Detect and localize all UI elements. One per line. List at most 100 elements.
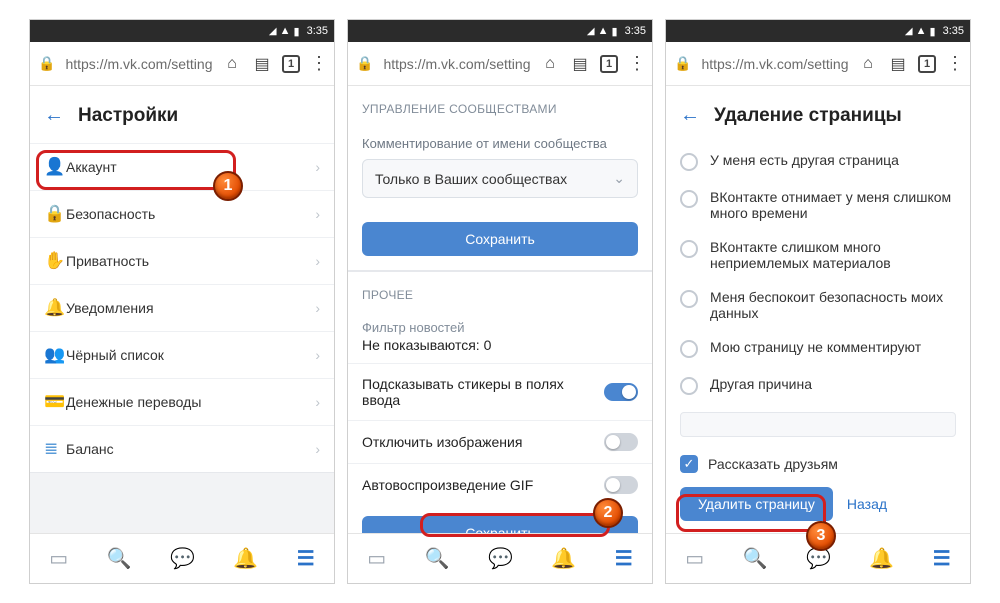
lock-icon: 🔒 bbox=[674, 55, 691, 72]
chevron-right-icon: › bbox=[315, 159, 320, 175]
downloads-icon[interactable]: ▤ bbox=[888, 54, 908, 74]
chevron-right-icon: › bbox=[315, 300, 320, 316]
reason-label: ВКонтакте отнимает у меня слишком много … bbox=[710, 189, 956, 221]
chevron-right-icon: › bbox=[315, 253, 320, 269]
settings-item-security[interactable]: 🔒 Безопасность › bbox=[30, 190, 334, 237]
settings-item-account[interactable]: 👤 Аккаунт › bbox=[30, 143, 334, 190]
nav-news-icon[interactable]: ▭ bbox=[685, 546, 704, 571]
settings-item-blacklist[interactable]: 👥 Чёрный список › bbox=[30, 331, 334, 378]
delete-page-button[interactable]: Удалить страницу bbox=[680, 487, 833, 521]
downloads-icon[interactable]: ▤ bbox=[570, 54, 590, 74]
switch-off[interactable] bbox=[604, 476, 638, 494]
nav-notifications-icon[interactable]: 🔔 bbox=[233, 546, 258, 571]
save-button[interactable]: Сохранить bbox=[362, 222, 638, 256]
nav-news-icon[interactable]: ▭ bbox=[49, 546, 68, 571]
back-arrow-icon[interactable]: ← bbox=[44, 104, 64, 127]
tell-friends-label: Рассказать друзьям bbox=[708, 456, 838, 472]
overflow-menu-icon[interactable]: ⋮ bbox=[946, 53, 962, 74]
settings-item-notifications[interactable]: 🔔 Уведомления › bbox=[30, 284, 334, 331]
reason-option[interactable]: ВКонтакте слишком много неприемлемых мат… bbox=[666, 230, 970, 280]
radio-icon[interactable] bbox=[680, 290, 698, 308]
community-comment-select[interactable]: Только в Ваших сообществах ⌄ bbox=[362, 159, 638, 198]
reason-label: Мою страницу не комментируют bbox=[710, 339, 921, 355]
screenshot-3: ◢ ▲ ▮ 3:35 🔒 https://m.vk.com/settings? … bbox=[665, 19, 971, 584]
field-label: Комментирование от имени сообщества bbox=[362, 136, 638, 151]
overflow-menu-icon[interactable]: ⋮ bbox=[628, 53, 644, 74]
stack-icon: ≣ bbox=[44, 439, 66, 459]
nav-messages-icon[interactable]: 💬 bbox=[488, 546, 513, 571]
checkbox-checked-icon[interactable]: ✓ bbox=[680, 455, 698, 473]
filter-value: Не показываются: 0 bbox=[348, 337, 652, 363]
toggle-label: Отключить изображения bbox=[362, 434, 522, 450]
radio-icon[interactable] bbox=[680, 190, 698, 208]
toggle-stickers[interactable]: Подсказывать стикеры в полях ввода bbox=[348, 363, 652, 420]
settings-item-label: Баланс bbox=[66, 441, 315, 457]
spacer bbox=[30, 472, 334, 533]
settings-item-label: Уведомления bbox=[66, 300, 315, 316]
reason-option[interactable]: У меня есть другая страница bbox=[666, 143, 970, 180]
settings-item-balance[interactable]: ≣ Баланс › bbox=[30, 425, 334, 472]
reason-option[interactable]: Другая причина bbox=[666, 367, 970, 404]
tell-friends-row[interactable]: ✓ Рассказать друзьям bbox=[666, 445, 970, 483]
settings-item-label: Безопасность bbox=[66, 206, 315, 222]
toggle-disable-images[interactable]: Отключить изображения bbox=[348, 420, 652, 463]
settings-item-privacy[interactable]: ✋ Приватность › bbox=[30, 237, 334, 284]
downloads-icon[interactable]: ▤ bbox=[252, 54, 272, 74]
chevron-down-icon: ⌄ bbox=[613, 170, 625, 187]
bell-icon: 🔔 bbox=[44, 298, 66, 318]
switch-off[interactable] bbox=[604, 433, 638, 451]
settings-item-label: Чёрный список bbox=[66, 347, 315, 363]
nav-messages-icon[interactable]: 💬 bbox=[170, 546, 195, 571]
page-title: Настройки bbox=[78, 105, 178, 127]
browser-url-bar: 🔒 https://m.vk.com/settings? ⌂ ▤ 1 ⋮ bbox=[666, 42, 970, 86]
back-link[interactable]: Назад bbox=[847, 496, 887, 512]
home-icon[interactable]: ⌂ bbox=[540, 55, 560, 73]
section-header: УПРАВЛЕНИЕ СООБЩЕСТВАМИ bbox=[348, 86, 652, 126]
url-text[interactable]: https://m.vk.com/settings? bbox=[65, 56, 212, 72]
reason-label: У меня есть другая страница bbox=[710, 152, 899, 168]
reason-textarea[interactable] bbox=[680, 412, 956, 437]
nav-menu-icon[interactable]: ☰ bbox=[297, 546, 315, 571]
tab-count[interactable]: 1 bbox=[918, 55, 936, 73]
lock-icon: 🔒 bbox=[44, 204, 66, 224]
wifi-icon: ▲ bbox=[916, 25, 927, 37]
nav-search-icon[interactable]: 🔍 bbox=[743, 546, 768, 571]
tab-count[interactable]: 1 bbox=[282, 55, 300, 73]
nav-notifications-icon[interactable]: 🔔 bbox=[869, 546, 894, 571]
radio-icon[interactable] bbox=[680, 153, 698, 171]
nav-menu-icon[interactable]: ☰ bbox=[615, 546, 633, 571]
settings-item-transfers[interactable]: 💳 Денежные переводы › bbox=[30, 378, 334, 425]
tab-count[interactable]: 1 bbox=[600, 55, 618, 73]
radio-icon[interactable] bbox=[680, 240, 698, 258]
nav-search-icon[interactable]: 🔍 bbox=[107, 546, 132, 571]
nav-news-icon[interactable]: ▭ bbox=[367, 546, 386, 571]
filter-label: Фильтр новостей bbox=[348, 312, 652, 337]
reason-option[interactable]: Меня беспокоит безопасность моих данных bbox=[666, 280, 970, 330]
url-text[interactable]: https://m.vk.com/settings bbox=[383, 56, 530, 72]
switch-on[interactable] bbox=[604, 383, 638, 401]
url-text[interactable]: https://m.vk.com/settings? bbox=[701, 56, 848, 72]
radio-icon[interactable] bbox=[680, 340, 698, 358]
status-bar: ◢ ▲ ▮ 3:35 bbox=[666, 20, 970, 42]
settings-item-label: Аккаунт bbox=[66, 159, 315, 175]
nav-search-icon[interactable]: 🔍 bbox=[425, 546, 450, 571]
reason-option[interactable]: ВКонтакте отнимает у меня слишком много … bbox=[666, 180, 970, 230]
chevron-right-icon: › bbox=[315, 394, 320, 410]
tutorial-badge-3: 3 bbox=[806, 521, 836, 551]
overflow-menu-icon[interactable]: ⋮ bbox=[310, 53, 326, 74]
reason-option[interactable]: Мою страницу не комментируют bbox=[666, 330, 970, 367]
lock-icon: 🔒 bbox=[356, 55, 373, 72]
browser-url-bar: 🔒 https://m.vk.com/settings? ⌂ ▤ 1 ⋮ bbox=[30, 42, 334, 86]
page-header: ← Настройки bbox=[30, 86, 334, 143]
radio-icon[interactable] bbox=[680, 377, 698, 395]
screenshot-1: ◢ ▲ ▮ 3:35 🔒 https://m.vk.com/settings? … bbox=[29, 19, 335, 584]
nav-notifications-icon[interactable]: 🔔 bbox=[551, 546, 576, 571]
chevron-right-icon: › bbox=[315, 441, 320, 457]
home-icon[interactable]: ⌂ bbox=[858, 55, 878, 73]
network-icon: ◢ bbox=[269, 26, 277, 37]
page-title: Удаление страницы bbox=[714, 105, 902, 127]
back-arrow-icon[interactable]: ← bbox=[680, 104, 700, 127]
nav-menu-icon[interactable]: ☰ bbox=[933, 546, 951, 571]
reason-label: Меня беспокоит безопасность моих данных bbox=[710, 289, 956, 321]
home-icon[interactable]: ⌂ bbox=[222, 55, 242, 73]
